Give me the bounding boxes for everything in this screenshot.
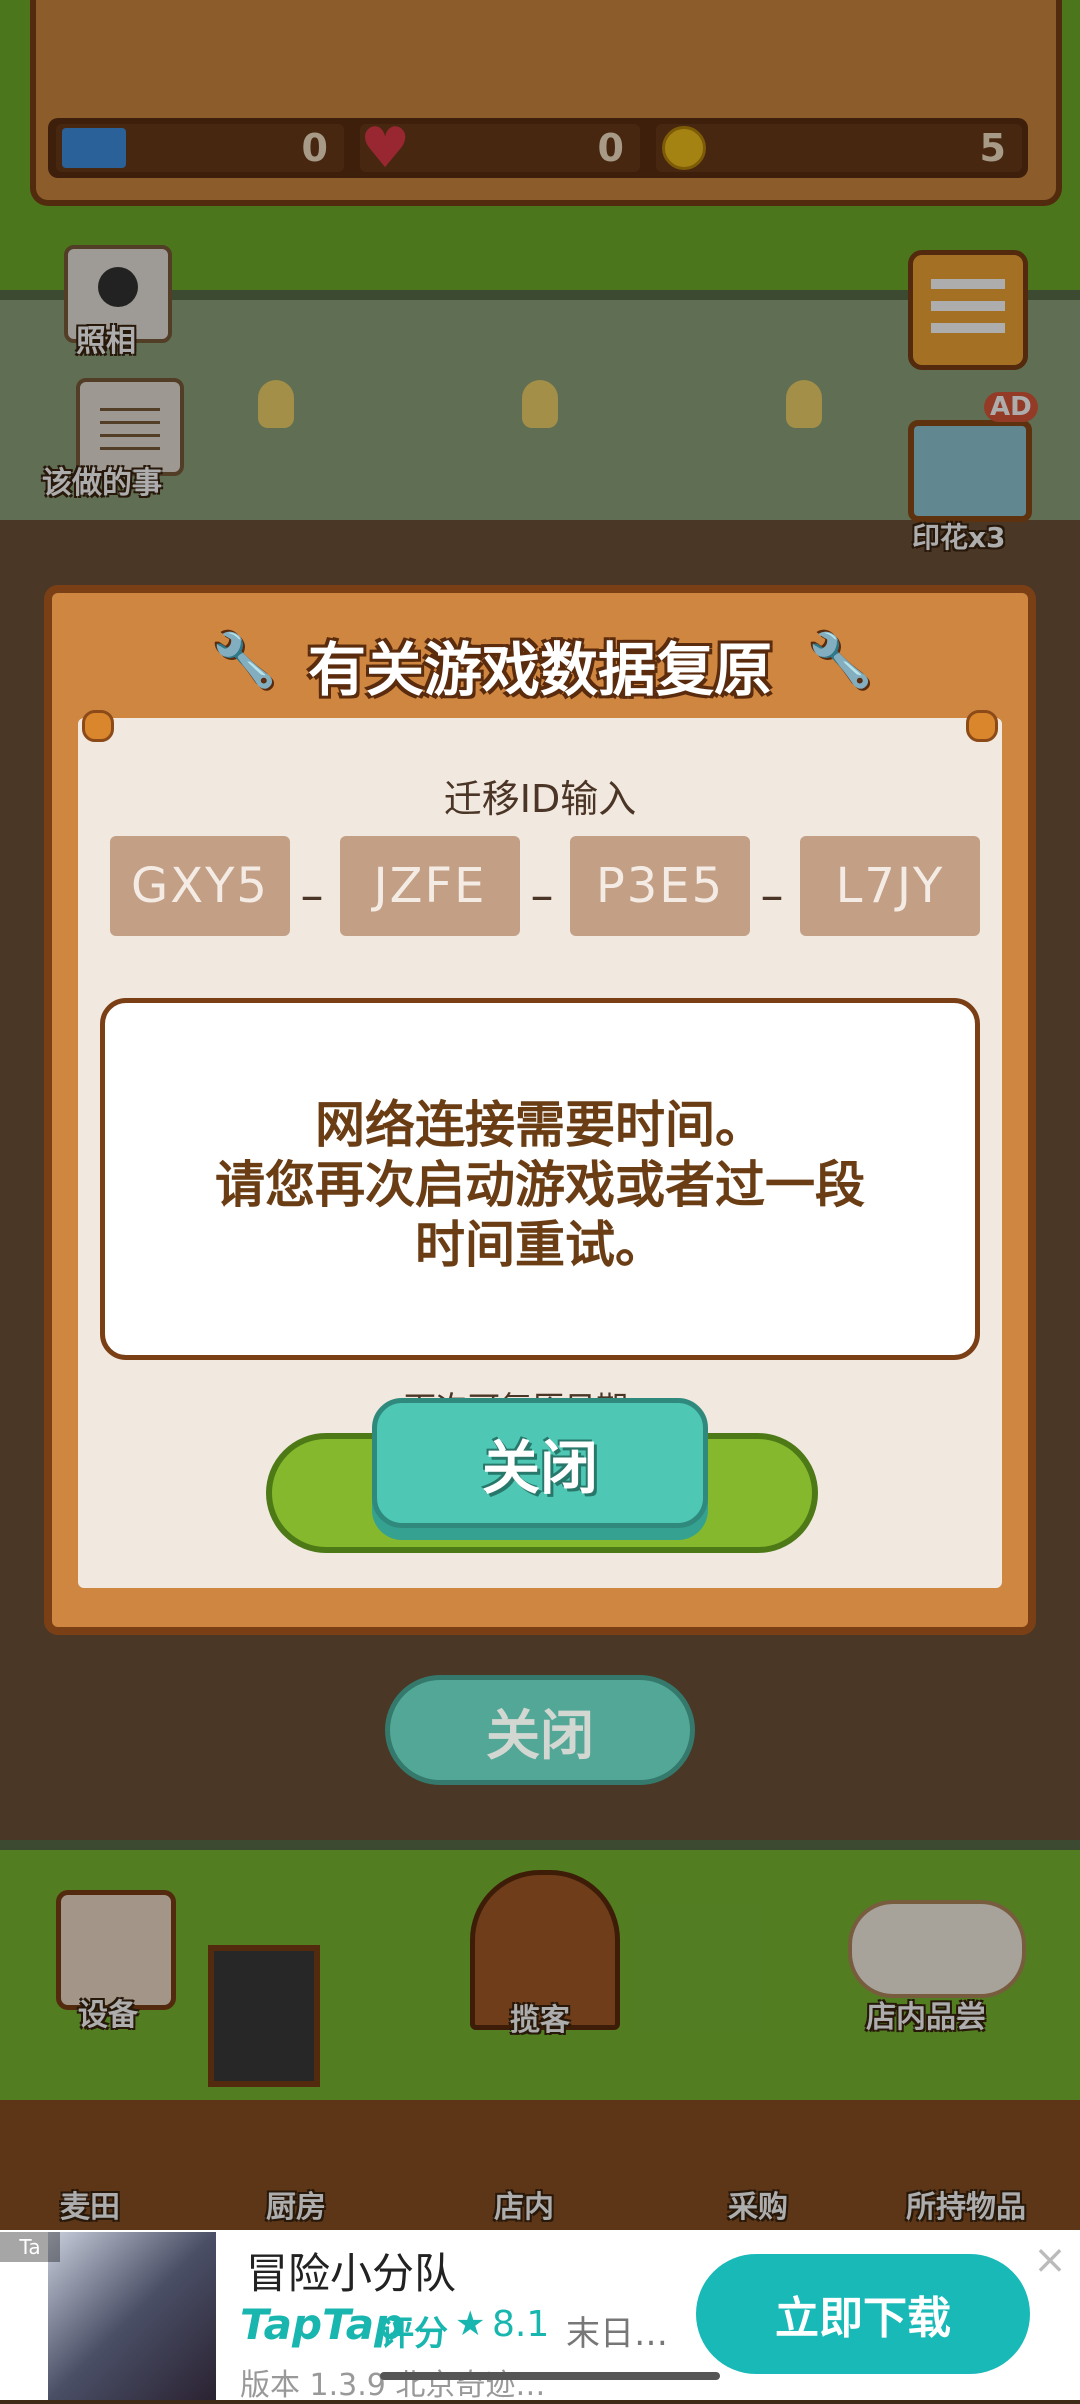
id-input-2[interactable]: JZFE [340,836,520,936]
ad-close-icon[interactable]: × [1030,2240,1070,2280]
id-input-1[interactable]: GXY5 [110,836,290,936]
ad-tag: Ta [0,2232,60,2262]
id-separator: – [760,868,784,922]
id-separator: – [530,868,554,922]
ad-game-thumbnail[interactable] [48,2232,216,2400]
star-icon: ★ [455,2304,486,2344]
restore-title: 有关游戏数据复原 [307,636,772,704]
ad-description: 末日… [566,2314,668,2354]
id-input-3[interactable]: P3E5 [570,836,750,936]
network-message-dialog: 网络连接需要时间。 请您再次启动游戏或者过一段 时间重试。 [100,998,980,1360]
message-line: 时间重试。 [415,1216,665,1274]
id-separator: – [300,868,324,922]
ad-score: 8.1 [492,2304,550,2345]
message-line: 请您再次启动游戏或者过一段 [215,1156,865,1214]
home-indicator[interactable] [380,2372,720,2380]
network-message: 网络连接需要时间。 请您再次启动游戏或者过一段 时间重试。 [105,1095,975,1275]
message-close-button[interactable]: 关闭 [372,1398,708,1528]
ad-rating-label: 评分 [380,2314,448,2354]
wrench-icon: 🔧 [808,631,873,691]
id-input-label: 迁移ID输入 [443,777,637,821]
id-input-4[interactable]: L7JY [800,836,980,936]
ad-game-name: 冒险小分队 [246,2249,457,2298]
restore-close-button[interactable]: 关闭 [385,1675,695,1785]
pin-icon [82,710,114,742]
ad-download-button[interactable]: 立即下载 [696,2254,1030,2374]
pin-icon [966,710,998,742]
ad-version: 版本 1.3.9 北京奇迹… [240,2368,546,2403]
message-line: 网络连接需要时间。 [315,1096,765,1154]
